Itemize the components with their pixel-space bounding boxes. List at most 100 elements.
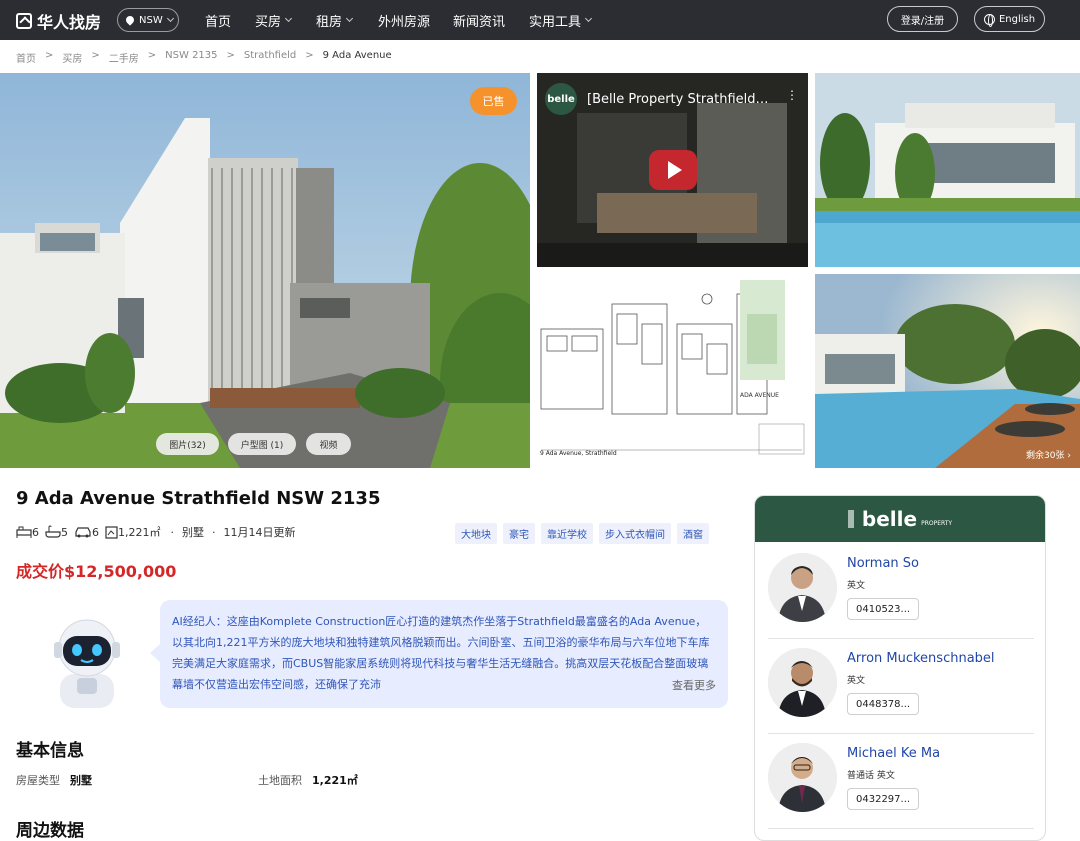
updated-date: 11月14日更新	[223, 526, 296, 539]
floorplan-illustration: ADA AVENUE	[537, 274, 808, 468]
agent-name[interactable]: Arron Muckenschnabel	[847, 651, 995, 666]
site-name: 华人找房	[37, 13, 102, 32]
agent-row[interactable]: Norman So 英文 0410523...	[755, 544, 1045, 639]
video-button[interactable]: 视频	[306, 433, 351, 455]
video-channel-logo: belle	[545, 83, 577, 115]
robot-icon	[54, 619, 120, 708]
location-pin-icon	[124, 14, 136, 26]
region-label: NSW	[139, 14, 163, 26]
login-register-button[interactable]: 登录/注册	[887, 6, 958, 32]
chevron-down-icon	[345, 14, 354, 23]
house-type-value: 别墅	[70, 774, 92, 787]
bedrooms-value: 6	[32, 525, 39, 539]
breadcrumb-link[interactable]: 首页	[16, 50, 36, 65]
bathrooms-value: 5	[61, 525, 68, 539]
agent-row[interactable]: Arron Muckenschnabel 英文 0448378...	[755, 639, 1045, 734]
play-button[interactable]	[649, 150, 697, 190]
language-button[interactable]: English	[974, 6, 1045, 32]
remaining-text: 剩余30张	[1026, 451, 1065, 461]
pool-sunset-photo[interactable]: 剩余30张 ›	[815, 274, 1080, 468]
nav-item-rent[interactable]: 租房	[316, 0, 354, 40]
floorplan-street-label: ADA AVENUE	[740, 392, 779, 399]
floorplan-thumbnail[interactable]: ADA AVENUE 9 Ada Avenue, Strathfield	[537, 274, 808, 468]
agent-name[interactable]: Norman So	[847, 556, 919, 571]
land-size-value: 1,221㎡	[312, 774, 358, 787]
feature-tag: 酒窖	[677, 523, 709, 544]
agency-logo-sub: PROPERTY	[921, 519, 953, 527]
agent-phone-button[interactable]: 0448378...	[847, 693, 920, 715]
nav-label: 实用工具	[529, 14, 582, 30]
region-selector[interactable]: NSW	[117, 8, 179, 32]
land-area-fact: 1,221㎡	[105, 524, 161, 540]
agent-row[interactable]: Michael Ke Ma 普通话 英文 0432297...	[755, 734, 1045, 829]
read-more-link[interactable]: 查看更多	[652, 675, 716, 696]
agency-logo-mark	[847, 510, 854, 528]
nav-item-interstate[interactable]: 外州房源	[378, 0, 430, 40]
more-options-icon[interactable]: ⋮	[786, 89, 798, 101]
divider	[768, 828, 1034, 829]
land-area-icon	[105, 525, 118, 539]
property-type-value: 别墅	[182, 526, 204, 539]
nav-label: 买房	[255, 14, 282, 30]
agent-phone-button[interactable]: 0410523...	[847, 598, 920, 620]
feature-tag: 大地块	[455, 523, 497, 544]
nav-label: 新闻资讯	[453, 14, 506, 30]
parking-fact: 6	[74, 526, 99, 539]
agent-photo	[768, 648, 837, 717]
pool-sunset-illustration	[815, 274, 1080, 468]
agent-languages: 普通话 英文	[847, 771, 895, 781]
agent-name[interactable]: Michael Ke Ma	[847, 746, 940, 761]
agent-avatar[interactable]	[768, 648, 837, 717]
nav-item-buy[interactable]: 买房	[255, 0, 293, 40]
breadcrumb-separator: >	[226, 50, 235, 61]
agent-photo	[768, 553, 837, 622]
fact-separator: ·	[170, 525, 175, 539]
fact-separator: ·	[212, 525, 216, 539]
feature-tag: 靠近学校	[541, 523, 593, 544]
feature-tag: 豪宅	[503, 523, 535, 544]
land-size-label: 土地面积	[258, 774, 302, 787]
breadcrumb-link[interactable]: NSW 2135	[165, 50, 217, 65]
ai-robot-avatar	[42, 612, 132, 708]
bathrooms-fact: 5	[45, 525, 68, 539]
land-size-row: 土地面积 1,221㎡	[258, 772, 358, 788]
agent-photo	[768, 743, 837, 812]
site-logo[interactable]: 华人找房	[16, 9, 101, 33]
feature-tags: 大地块 豪宅 靠近学校 步入式衣帽间 酒窖	[455, 523, 717, 545]
property-facts: 6 5 6 1,221㎡ · 别墅 · 11月14日更新	[16, 524, 296, 540]
house-type-row: 房屋类型 别墅	[16, 772, 92, 788]
nav-item-news[interactable]: 新闻资讯	[453, 0, 505, 40]
breadcrumb-separator: >	[45, 50, 54, 61]
nav-item-home[interactable]: 首页	[205, 0, 231, 40]
house-photo-illustration	[0, 73, 530, 468]
agent-languages: 英文	[847, 581, 866, 591]
ai-agent-summary: AI经纪人：这座由Komplete Construction匠心打造的建筑杰作坐…	[150, 600, 728, 708]
breadcrumb-link[interactable]: Strathfield	[244, 50, 296, 65]
play-icon	[668, 161, 682, 179]
breadcrumb-link[interactable]: 买房	[62, 50, 82, 65]
feature-tag: 步入式衣帽间	[599, 523, 671, 544]
breadcrumb-link[interactable]: 二手房	[109, 50, 139, 65]
agent-avatar[interactable]	[768, 553, 837, 622]
main-property-photo[interactable]	[0, 73, 530, 468]
agency-header: belle PROPERTY	[755, 496, 1045, 542]
video-thumbnail[interactable]: belle [Belle Property Strathfield… ⋮	[537, 73, 808, 267]
chevron-down-icon	[584, 14, 593, 23]
land-area-value: 1,221㎡	[118, 526, 161, 539]
remaining-photos-label[interactable]: 剩余30张 ›	[1026, 448, 1071, 461]
chevron-right-icon: ›	[1067, 451, 1071, 461]
nav-item-tools[interactable]: 实用工具	[529, 0, 593, 40]
floorplan-button[interactable]: 户型图 (1)	[228, 433, 296, 455]
nav-label: 外州房源	[378, 14, 431, 30]
chevron-down-icon	[284, 14, 293, 23]
nav-label: 租房	[316, 14, 343, 30]
breadcrumb-separator: >	[305, 50, 314, 61]
globe-icon	[983, 13, 995, 27]
car-icon	[75, 527, 91, 538]
agent-phone-button[interactable]: 0432297...	[847, 788, 920, 810]
nav-label: 首页	[205, 14, 232, 30]
pool-photo[interactable]	[815, 73, 1080, 267]
agent-avatar[interactable]	[768, 743, 837, 812]
photos-button[interactable]: 图片(32)	[156, 433, 219, 455]
bath-icon	[45, 525, 61, 538]
